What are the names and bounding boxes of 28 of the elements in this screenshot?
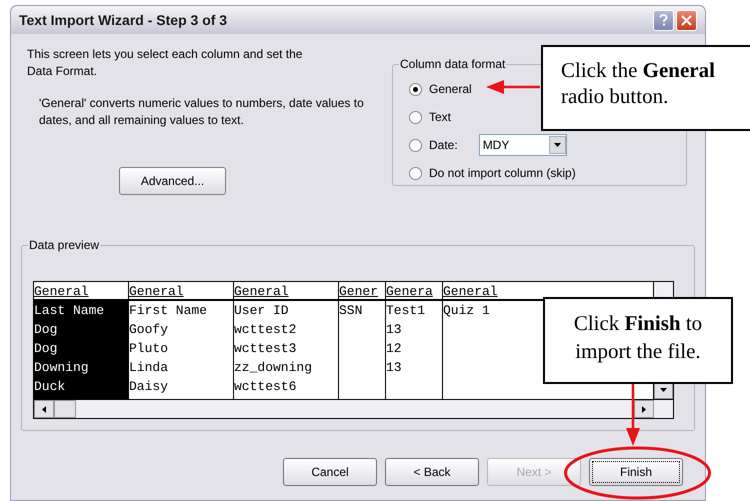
table-cell: Dog: [34, 322, 58, 337]
table-cell: Downing: [34, 360, 89, 375]
table-cell: wcttest6: [234, 379, 296, 394]
table-cell: Test1: [386, 303, 426, 318]
group-title: Data preview: [28, 237, 100, 253]
table-cell: 12: [386, 341, 402, 356]
table-cell: 13: [386, 360, 402, 375]
table-cell: Dog: [34, 341, 58, 356]
callout-text: Click Finish to import the file.: [574, 311, 702, 363]
table-cell: wcttest2: [234, 322, 296, 337]
window-title: Text Import Wizard - Step 3 of 3: [19, 10, 228, 30]
table-cell: Goofy: [129, 322, 168, 337]
table-cell: SSN: [339, 303, 362, 318]
table-cell: First Name: [129, 303, 208, 318]
table-cell: Daisy: [129, 379, 168, 394]
table-cell: Quiz 1: [443, 303, 490, 318]
table-cell: Last Name: [34, 303, 104, 318]
table-cell: 13: [386, 322, 402, 337]
table-cell: zz_downing: [234, 360, 312, 375]
dropdown-value: MDY: [482, 137, 510, 154]
table-cell: User ID: [234, 303, 289, 318]
table-cell: Pluto: [129, 341, 168, 356]
callout-text: Click the General radio button.: [561, 58, 715, 108]
table-cell: wcttest3: [234, 341, 296, 356]
intro-text: 'General' converts numeric values to numbers, date values to dates, and all remaining values to text.: [39, 95, 365, 129]
table-cell: Duck: [34, 379, 66, 394]
table-cell: Linda: [129, 360, 168, 375]
intro-text: This screen lets you select each column and set the Data Format.: [27, 46, 304, 80]
